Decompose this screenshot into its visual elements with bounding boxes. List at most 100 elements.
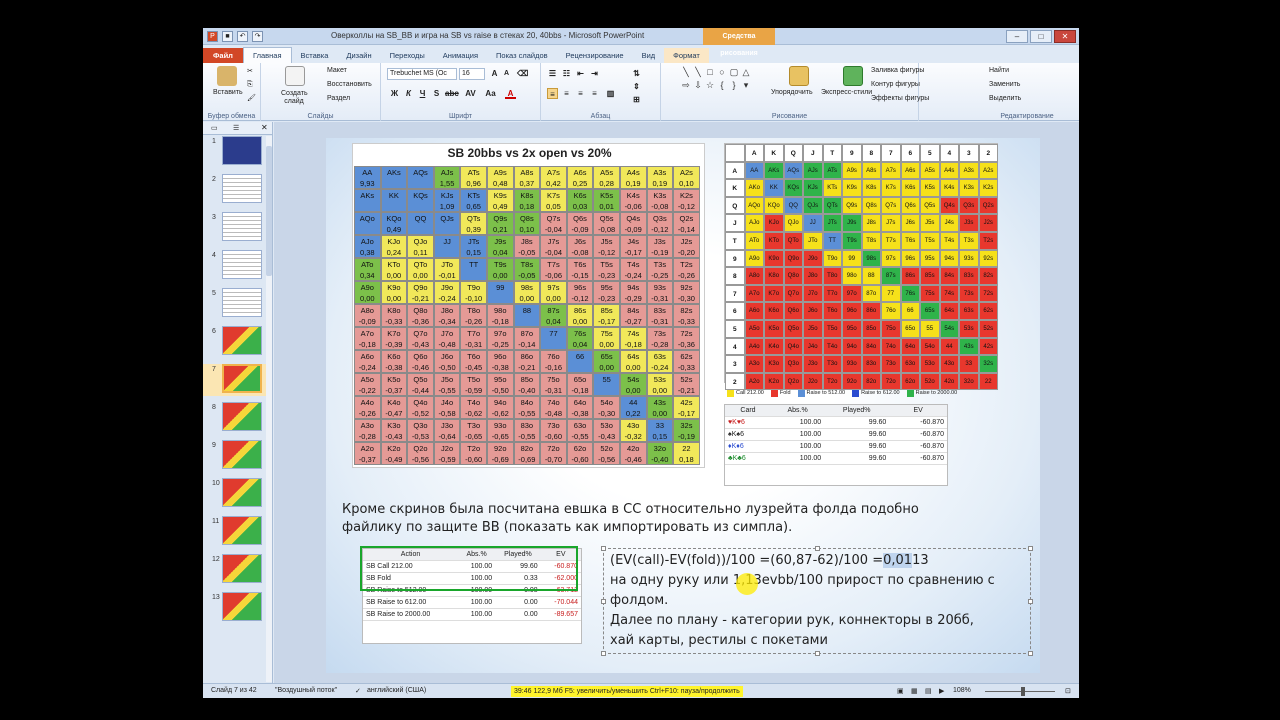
- maximize-button[interactable]: □: [1030, 30, 1052, 43]
- shape-outline-button[interactable]: Контур фигуры: [871, 81, 920, 88]
- slide-thumbnail[interactable]: 5: [203, 288, 269, 320]
- spellcheck-icon[interactable]: ✓: [355, 687, 361, 695]
- grow-font-icon[interactable]: A: [489, 68, 500, 79]
- paste-button[interactable]: Вставить: [213, 89, 243, 96]
- copy-icon[interactable]: ⎘: [247, 81, 253, 89]
- brace-shape-icon[interactable]: {: [717, 80, 727, 90]
- close-button[interactable]: ✕: [1054, 30, 1076, 43]
- slide-thumbnail[interactable]: 8: [203, 402, 269, 434]
- tab-slideshow[interactable]: Показ слайдов: [487, 48, 557, 63]
- underline-icon[interactable]: Ч: [417, 88, 428, 99]
- rect-shape-icon[interactable]: □: [705, 67, 715, 77]
- align-text-icon[interactable]: ⇕: [631, 81, 642, 92]
- clear-format-icon[interactable]: ⌫: [517, 68, 528, 79]
- replace-button[interactable]: Заменить: [989, 81, 1020, 88]
- tab-view[interactable]: Вид: [633, 48, 665, 63]
- tab-format[interactable]: Формат: [664, 48, 709, 63]
- reading-view-icon[interactable]: ▤: [925, 687, 932, 695]
- tab-file[interactable]: Файл: [203, 48, 243, 63]
- undo-icon[interactable]: ↶: [237, 31, 248, 42]
- resize-handle[interactable]: [1028, 546, 1033, 551]
- increase-indent-icon[interactable]: ⇥: [589, 68, 600, 79]
- table-row[interactable]: SB Raise to 612.00 100.00 0.00 -70.044: [363, 596, 581, 609]
- bold-icon[interactable]: Ж: [389, 88, 400, 99]
- justify-icon[interactable]: ≡: [589, 88, 600, 99]
- scrollbar-thumb[interactable]: [266, 146, 272, 276]
- line2-shape-icon[interactable]: ╲: [693, 67, 703, 77]
- table-row[interactable]: ♥K♥6 100.00 99.60 -60.870: [725, 416, 947, 429]
- zoom-slider[interactable]: [985, 691, 1055, 692]
- tab-insert[interactable]: Вставка: [292, 48, 338, 63]
- resize-handle[interactable]: [815, 546, 820, 551]
- slide-thumbnail[interactable]: 1: [203, 136, 269, 168]
- tab-review[interactable]: Рецензирование: [557, 48, 633, 63]
- quick-styles-button[interactable]: Экспресс-стили: [821, 89, 872, 96]
- font-color-icon[interactable]: A: [505, 88, 516, 99]
- tab-transitions[interactable]: Переходы: [381, 48, 434, 63]
- layout-button[interactable]: Макет: [327, 67, 347, 74]
- resize-handle[interactable]: [601, 546, 606, 551]
- fit-slide-icon[interactable]: ⊡: [1065, 687, 1071, 695]
- slide-thumbnail[interactable]: 7: [203, 364, 269, 396]
- minimize-button[interactable]: –: [1006, 30, 1028, 43]
- case-icon[interactable]: Аа: [485, 88, 496, 99]
- arrange-icon[interactable]: [789, 66, 809, 86]
- slide-thumbnail[interactable]: 9: [203, 440, 269, 472]
- resize-handle[interactable]: [601, 599, 606, 604]
- cut-icon[interactable]: ✂: [247, 67, 253, 75]
- slides-tab-icon[interactable]: ▭: [211, 124, 218, 132]
- font-size-select[interactable]: 16: [459, 68, 485, 80]
- save-icon[interactable]: ■: [222, 31, 233, 42]
- shadow-icon[interactable]: S: [431, 88, 442, 99]
- table-row[interactable]: ♣K♣6 100.00 99.60 -60.870: [725, 452, 947, 465]
- tab-animation[interactable]: Анимация: [434, 48, 487, 63]
- table-row[interactable]: SB Raise to 2000.00 100.00 0.00 -89.657: [363, 608, 581, 621]
- numbering-icon[interactable]: ☷: [561, 68, 572, 79]
- slide-thumbnail[interactable]: 13: [203, 592, 269, 624]
- new-slide-icon[interactable]: [285, 66, 305, 86]
- zoom-level[interactable]: 108%: [953, 687, 971, 694]
- triangle-shape-icon[interactable]: △: [741, 67, 751, 77]
- spacing-icon[interactable]: AV: [465, 88, 476, 99]
- slide-thumbnail[interactable]: 12: [203, 554, 269, 586]
- normal-view-icon[interactable]: ▣: [897, 687, 904, 695]
- smartart-icon[interactable]: ⊞: [631, 94, 642, 105]
- rounded-rect-shape-icon[interactable]: ▢: [729, 67, 739, 77]
- align-right-icon[interactable]: ≡: [575, 88, 586, 99]
- font-name-select[interactable]: Trebuchet MS (Ос: [387, 68, 457, 80]
- formula-textbox[interactable]: (EV(call)-EV(fold))/100 =(60,87-62)/100 …: [601, 546, 1033, 656]
- section-button[interactable]: Раздел: [327, 95, 350, 102]
- italic-icon[interactable]: К: [403, 88, 414, 99]
- format-painter-icon[interactable]: 🖌: [247, 94, 256, 102]
- more-shapes-icon[interactable]: ▾: [741, 80, 751, 90]
- language[interactable]: английский (США): [367, 687, 426, 694]
- resize-handle[interactable]: [1028, 599, 1033, 604]
- bullets-icon[interactable]: ☰: [547, 68, 558, 79]
- slide-thumbnail[interactable]: 6: [203, 326, 269, 358]
- line-shape-icon[interactable]: ╲: [681, 67, 691, 77]
- columns-icon[interactable]: ▥: [605, 88, 616, 99]
- slide-thumbnail[interactable]: 11: [203, 516, 269, 548]
- select-button[interactable]: Выделить: [989, 95, 1021, 102]
- arrange-button[interactable]: Упорядочить: [771, 89, 813, 96]
- resize-handle[interactable]: [815, 651, 820, 656]
- tab-design[interactable]: Дизайн: [337, 48, 380, 63]
- app-icon[interactable]: P: [207, 31, 218, 42]
- outline-tab-icon[interactable]: ☰: [233, 124, 239, 132]
- reset-button[interactable]: Восстановить: [327, 81, 372, 88]
- oval-shape-icon[interactable]: ○: [717, 67, 727, 77]
- resize-handle[interactable]: [601, 651, 606, 656]
- slide-thumbnail[interactable]: 4: [203, 250, 269, 282]
- slide-thumbnail[interactable]: 2: [203, 174, 269, 206]
- strikethrough-icon[interactable]: abc: [445, 88, 459, 99]
- quick-styles-icon[interactable]: [843, 66, 863, 86]
- table-row[interactable]: ♠K♠6 100.00 99.60 -60.870: [725, 428, 947, 441]
- shrink-font-icon[interactable]: A: [501, 68, 512, 79]
- resize-handle[interactable]: [1028, 651, 1033, 656]
- table-row[interactable]: ♦K♦6 100.00 99.60 -60.870: [725, 440, 947, 453]
- slide-thumbnail[interactable]: 3: [203, 212, 269, 244]
- brace2-shape-icon[interactable]: }: [729, 80, 739, 90]
- find-button[interactable]: Найти: [989, 67, 1009, 74]
- align-center-icon[interactable]: ≡: [561, 88, 572, 99]
- redo-icon[interactable]: ↷: [252, 31, 263, 42]
